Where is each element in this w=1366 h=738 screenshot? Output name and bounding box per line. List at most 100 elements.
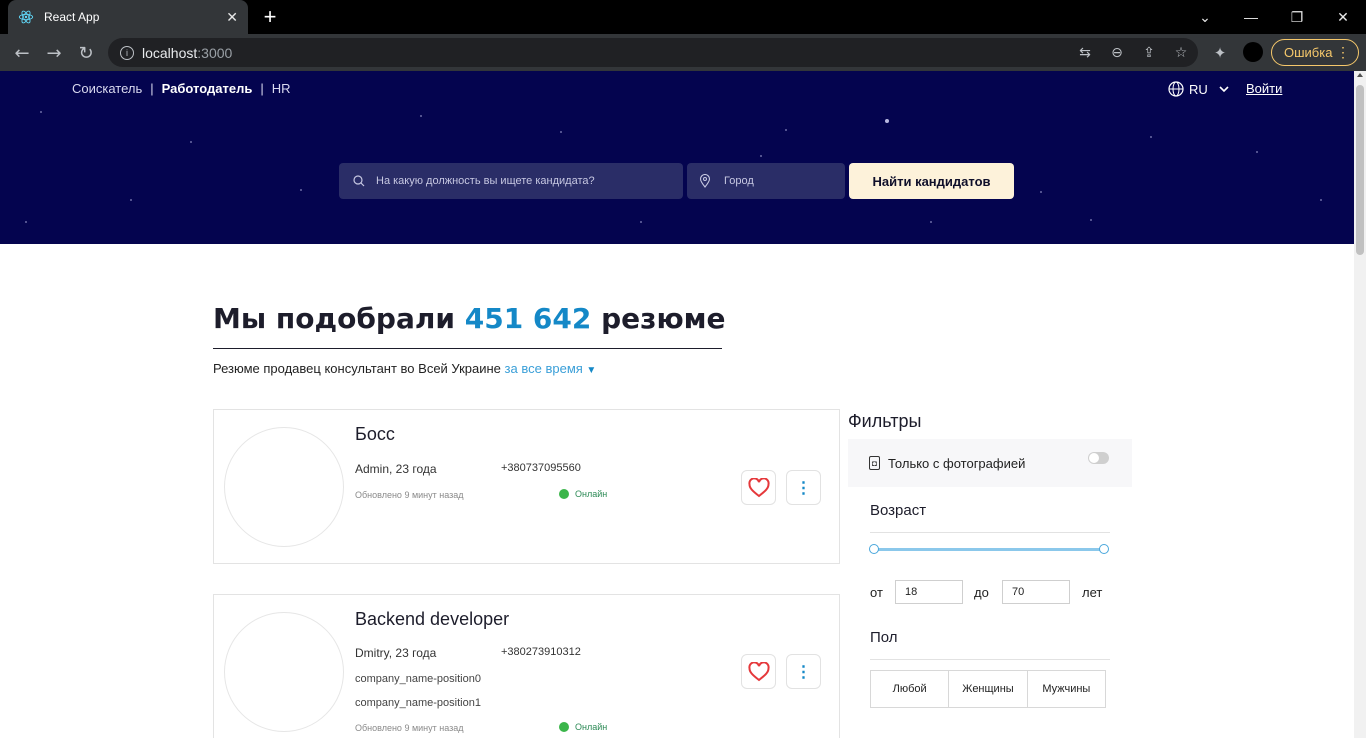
tab-search-icon[interactable]: ⌄ — [1182, 0, 1228, 34]
favorite-button[interactable] — [741, 654, 776, 689]
chevron-down-icon — [1219, 86, 1229, 93]
photo-only-toggle[interactable] — [1088, 452, 1109, 464]
online-label: Онлайн — [575, 489, 608, 499]
login-link[interactable]: Войти — [1246, 81, 1282, 96]
online-dot-icon — [559, 722, 569, 732]
subheading-text: Резюме продавец консультант во Всей Укра… — [213, 361, 501, 376]
search-icon — [353, 175, 365, 187]
star — [420, 115, 422, 117]
filters-title: Фильтры — [848, 411, 922, 431]
star — [560, 131, 562, 133]
heart-icon — [747, 661, 770, 681]
city-placeholder: Город — [724, 175, 754, 187]
star — [1090, 219, 1092, 221]
updated-time: Обновлено 9 минут назад — [355, 723, 464, 733]
photo-only-filter[interactable]: ◘ Только с фотографией — [848, 439, 1132, 487]
site-info-icon[interactable]: i — [120, 45, 134, 60]
star — [1040, 191, 1042, 193]
gender-option-any[interactable]: Любой — [871, 671, 950, 707]
heart-icon — [747, 477, 770, 497]
menu-dots-icon[interactable]: ⋮ — [1336, 44, 1350, 61]
browser-toolbar: ← → ↻ i localhost:3000 ⇆ ⊖ ⇪ ☆ ✦ Ошибка … — [0, 34, 1366, 71]
work-position: company_name-position0 — [355, 673, 481, 685]
star — [640, 221, 642, 223]
nav-item-seeker[interactable]: Соискатель — [72, 81, 142, 96]
new-tab-icon[interactable]: + — [258, 4, 282, 30]
more-options-button[interactable]: ⋮ — [786, 654, 821, 689]
star — [885, 119, 889, 123]
position-search-input[interactable]: На какую должность вы ищете кандидата? — [339, 163, 683, 199]
candidate-name-age: Admin, 23 года — [355, 462, 437, 476]
star — [300, 189, 302, 191]
reload-icon[interactable]: ↻ — [74, 41, 98, 65]
nav-item-hr[interactable]: HR — [272, 81, 291, 96]
age-to-label: до — [974, 585, 989, 600]
forward-icon[interactable]: → — [42, 41, 66, 65]
age-from-label: от — [870, 585, 883, 600]
language-selector[interactable]: RU — [1168, 81, 1229, 97]
scrollbar-thumb[interactable] — [1356, 85, 1364, 255]
page-viewport: Соискатель | Работодатель | HR RU Войти … — [0, 71, 1354, 738]
star — [760, 155, 762, 157]
tab-close-icon[interactable]: ✕ — [226, 9, 238, 26]
browser-error-button[interactable]: Ошибка ⋮ — [1271, 39, 1359, 66]
section-divider — [870, 659, 1110, 660]
browser-tab-bar: React App ✕ + ⌄ — ❐ ✕ — [0, 0, 1366, 34]
age-range-slider[interactable] — [874, 548, 1104, 551]
favorite-button[interactable] — [741, 470, 776, 505]
updated-time: Обновлено 9 минут назад — [355, 490, 464, 500]
url-text: localhost:3000 — [142, 44, 233, 61]
city-input[interactable]: Город — [687, 163, 845, 199]
gender-section-title: Пол — [870, 629, 898, 646]
age-section-title: Возраст — [870, 502, 927, 519]
back-icon[interactable]: ← — [10, 41, 34, 65]
location-pin-icon — [699, 174, 711, 188]
find-candidates-button[interactable]: Найти кандидатов — [849, 163, 1014, 199]
extensions-icon[interactable]: ✦ — [1209, 42, 1231, 64]
minimize-icon[interactable]: — — [1228, 0, 1274, 34]
gender-option-women[interactable]: Женщины — [949, 671, 1028, 707]
resume-card[interactable]: Backend developer Dmitry, 23 года +38027… — [213, 594, 840, 738]
more-options-button[interactable]: ⋮ — [786, 470, 821, 505]
online-status: Онлайн — [559, 489, 607, 499]
restore-icon[interactable]: ❐ — [1274, 0, 1320, 34]
results-subheading: Резюме продавец консультант во Всей Укра… — [213, 361, 596, 376]
nav-separator: | — [150, 81, 154, 96]
online-label: Онлайн — [575, 722, 608, 732]
section-divider — [870, 532, 1110, 533]
age-max-handle[interactable] — [1099, 544, 1109, 554]
window-close-icon[interactable]: ✕ — [1320, 0, 1366, 34]
profile-avatar[interactable] — [1243, 42, 1263, 62]
age-from-input[interactable]: 18 — [895, 580, 963, 604]
bookmark-star-icon[interactable]: ☆ — [1172, 44, 1190, 62]
browser-tab[interactable]: React App ✕ — [8, 0, 248, 34]
online-dot-icon — [559, 489, 569, 499]
star — [930, 221, 932, 223]
hero-banner: Соискатель | Работодатель | HR RU Войти … — [0, 71, 1354, 244]
resume-card[interactable]: Босс Admin, 23 года +380737095560 Обновл… — [213, 409, 840, 564]
react-icon — [18, 10, 34, 24]
age-min-handle[interactable] — [869, 544, 879, 554]
age-to-input[interactable]: 70 — [1002, 580, 1070, 604]
nav-item-employer[interactable]: Работодатель — [162, 81, 253, 96]
period-selector[interactable]: за все время — [505, 361, 583, 376]
results-count: 451 642 — [464, 302, 592, 335]
gender-option-men[interactable]: Мужчины — [1028, 671, 1105, 707]
globe-icon — [1168, 81, 1184, 97]
star — [190, 141, 192, 143]
candidate-phone: +380273910312 — [501, 646, 581, 658]
results-heading: Мы подобрали 451 642 резюме — [213, 302, 726, 335]
zoom-icon[interactable]: ⊖ — [1108, 44, 1126, 62]
scroll-up-icon[interactable] — [1357, 73, 1363, 77]
translate-icon[interactable]: ⇆ — [1076, 44, 1094, 62]
page-scrollbar[interactable] — [1354, 71, 1366, 738]
address-bar[interactable]: i localhost:3000 ⇆ ⊖ ⇪ ☆ — [108, 38, 1198, 67]
position-search-placeholder: На какую должность вы ищете кандидата? — [376, 175, 595, 187]
chevron-down-icon[interactable]: ▼ — [586, 365, 596, 376]
share-icon[interactable]: ⇪ — [1140, 44, 1158, 62]
heading-prefix: Мы подобрали — [213, 302, 455, 335]
photo-icon: ◘ — [869, 456, 880, 470]
resume-title[interactable]: Backend developer — [355, 609, 509, 630]
more-dots-icon: ⋮ — [795, 663, 812, 681]
resume-title[interactable]: Босс — [355, 424, 395, 445]
